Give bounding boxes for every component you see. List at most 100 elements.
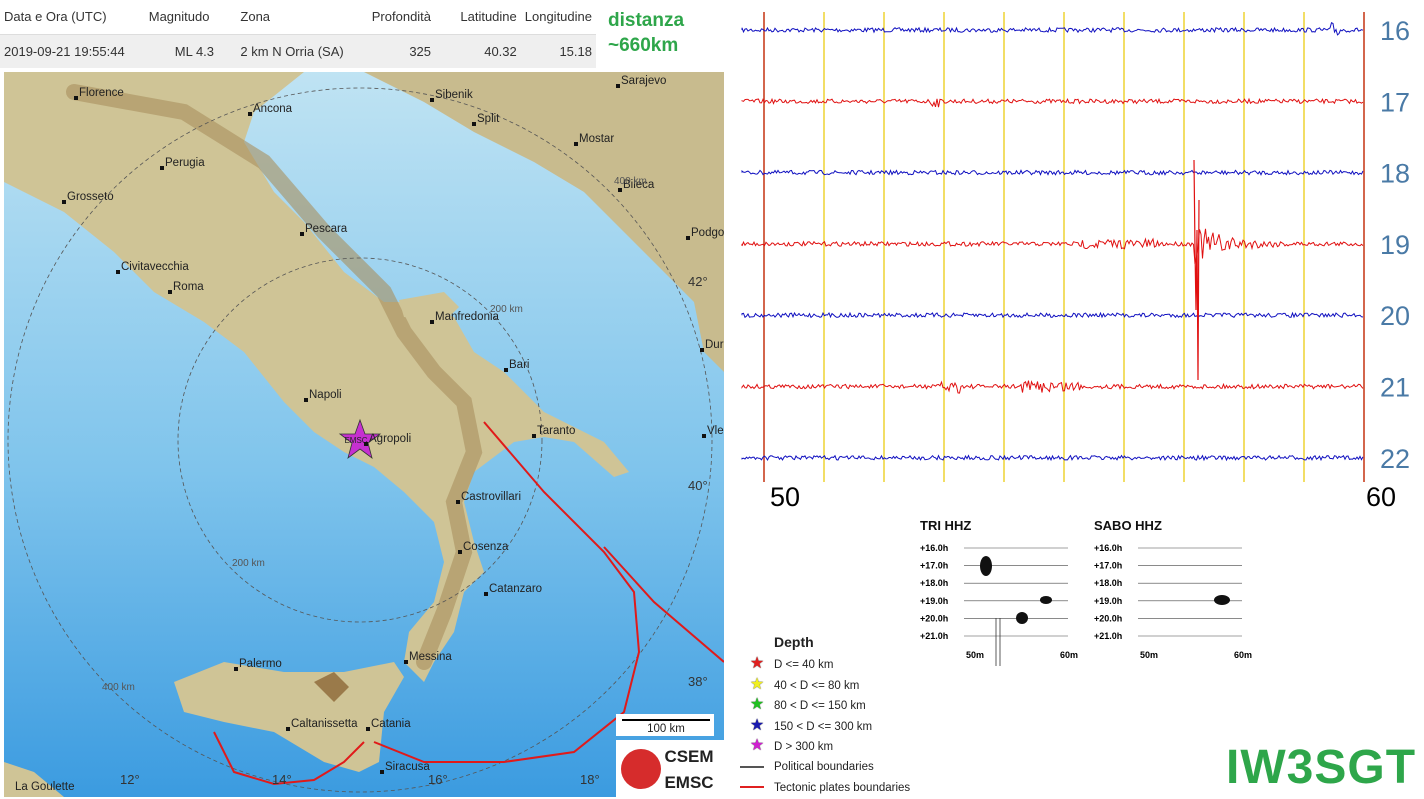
- longitude-label: 14°: [272, 772, 292, 787]
- distance-ring-label: 400 km: [102, 682, 135, 693]
- event-spike: [1193, 159, 1200, 381]
- latitude-label: 40°: [688, 478, 708, 493]
- city-label: Grosseto: [67, 191, 114, 203]
- city-marker[interactable]: Mostar: [574, 133, 614, 146]
- legend-label: 40 < D <= 80 km: [774, 679, 860, 692]
- city-marker[interactable]: La Goulette: [15, 781, 74, 793]
- city-label: Caltanissetta: [291, 718, 358, 730]
- seismogram-trace: [741, 380, 1364, 394]
- hour-label: 19: [1380, 230, 1410, 260]
- mini-row-label: +16.0h: [920, 543, 948, 553]
- city-marker[interactable]: Perugia: [160, 157, 205, 170]
- city-marker[interactable]: Catanzaro: [484, 583, 542, 596]
- city-marker[interactable]: Castrovillari: [456, 491, 521, 504]
- city-marker[interactable]: Podgo: [686, 227, 724, 240]
- legend-item: ★ D > 300 km: [740, 736, 833, 756]
- distance-ring-label: 200 km: [232, 558, 265, 569]
- mini-x-end: 60m: [1234, 650, 1252, 660]
- mini-event: [1040, 596, 1052, 604]
- city-marker[interactable]: Sarajevo: [616, 75, 666, 88]
- epicenter-map[interactable]: 100 km CSEM EMSC EMSC FlorenceAnconaPeru…: [4, 72, 724, 797]
- city-marker[interactable]: Civitavecchia: [116, 261, 189, 274]
- distance-label: distanza: [608, 10, 685, 31]
- city-label: Agropoli: [369, 433, 411, 445]
- col-longitude: Longitudine: [524, 9, 592, 25]
- city-marker[interactable]: Ancona: [248, 103, 293, 116]
- latitude-label: 38°: [688, 674, 708, 689]
- seismogram-trace: [741, 454, 1364, 462]
- mini-row-label: +21.0h: [920, 631, 948, 641]
- mini-event: [1016, 612, 1028, 624]
- mini-chart-sabo: SABO HHZ +16.0h +17.0h +18.0h +19.0h +20.0h +…: [1094, 518, 1254, 668]
- city-marker[interactable]: Split: [472, 113, 500, 126]
- logo-csem: CSEM: [664, 747, 713, 766]
- city-marker[interactable]: Sibenik: [430, 89, 473, 102]
- col-datetime: Data e Ora (UTC): [4, 9, 107, 25]
- city-label: Bari: [509, 359, 529, 371]
- star-icon: ★: [749, 716, 765, 734]
- distance-annotation: distanza ~660km: [608, 8, 684, 58]
- legend-label: D <= 40 km: [774, 659, 834, 671]
- mini-row-label: +16.0h: [1094, 543, 1122, 553]
- city-marker[interactable]: Pescara: [300, 223, 348, 236]
- seismogram-trace: [741, 311, 1364, 319]
- legend-label: Political boundaries: [774, 761, 874, 773]
- cell-longitude: 15.18: [520, 33, 596, 68]
- minute-end-label: 60: [1366, 482, 1396, 512]
- city-label: Cosenza: [463, 541, 509, 553]
- hour-label: 20: [1380, 301, 1410, 331]
- city-label: Podgo: [691, 227, 724, 239]
- legend-label: D > 300 km: [774, 741, 834, 753]
- city-marker[interactable]: Catania: [366, 718, 411, 731]
- city-label: Napoli: [309, 389, 342, 401]
- city-marker[interactable]: Agropoli: [364, 433, 411, 446]
- city-label: Roma: [173, 281, 204, 293]
- mini-row-label: +19.0h: [1094, 596, 1122, 606]
- city-marker[interactable]: Taranto: [532, 425, 575, 438]
- hour-label: 17: [1380, 87, 1410, 117]
- mini-chart-tri-plot: +16.0h +17.0h +18.0h +19.0h +20.0h +21.0h 50m 6…: [920, 543, 1078, 666]
- distance-ring-label: 200 km: [490, 304, 523, 315]
- cell-datetime: 2019-09-21 19:55:44: [0, 33, 145, 68]
- city-marker[interactable]: Siracusa: [380, 761, 430, 774]
- city-label: Pescara: [305, 223, 348, 235]
- mini-x-start: 50m: [966, 650, 984, 660]
- city-marker[interactable]: Caltanissetta: [286, 718, 358, 731]
- city-label: Siracusa: [385, 761, 430, 773]
- city-label: Palermo: [239, 658, 282, 670]
- col-latitude: Latitudine: [460, 9, 517, 25]
- hour-label: 18: [1380, 159, 1410, 189]
- hour-label: 22: [1380, 444, 1410, 474]
- hour-label: 21: [1380, 373, 1410, 403]
- mini-row-label: +18.0h: [920, 578, 948, 588]
- city-label: Dur: [705, 339, 724, 351]
- star-icon: ★: [749, 737, 765, 754]
- table-row[interactable]: 2019-09-21 19:55:44 ML 4.3 2 km N Orria …: [0, 33, 596, 68]
- mini-x-end: 60m: [1060, 650, 1078, 660]
- line-swatch-icon: [740, 765, 764, 768]
- station-callsign: IW3SGT: [1226, 741, 1417, 794]
- emsc-logo-icon: [621, 749, 661, 789]
- star-icon: ★: [749, 696, 765, 713]
- star-icon: ★: [749, 675, 765, 693]
- legend-label: 80 < D <= 150 km: [774, 700, 866, 712]
- city-marker[interactable]: Grosseto: [62, 191, 114, 204]
- legend-item: ★ D <= 40 km: [740, 654, 834, 674]
- latitude-label: 42°: [688, 274, 708, 289]
- cell-zone: 2 km N Orria (SA): [236, 33, 362, 68]
- city-label: Taranto: [537, 425, 575, 437]
- city-label: Vle: [707, 425, 724, 437]
- city-marker[interactable]: Cosenza: [458, 541, 509, 554]
- mini-row-label: +20.0h: [920, 613, 948, 623]
- col-magnitude: Magnitudo: [148, 9, 210, 25]
- city-marker[interactable]: Palermo: [234, 658, 282, 671]
- legend-title: Depth: [774, 634, 814, 650]
- city-marker[interactable]: Florence: [74, 87, 124, 100]
- city-marker[interactable]: Messina: [404, 651, 452, 664]
- seismogram-helicorder: 16 17 18 19 20 21 22 50 60: [741, 12, 1410, 512]
- city-marker[interactable]: Napoli: [304, 389, 342, 402]
- legend-item: Tectonic plates boundaries: [740, 778, 910, 798]
- mini-chart-title: SABO HHZ: [1094, 518, 1162, 533]
- mini-x-start: 50m: [1140, 650, 1158, 660]
- city-marker[interactable]: Roma: [168, 281, 204, 294]
